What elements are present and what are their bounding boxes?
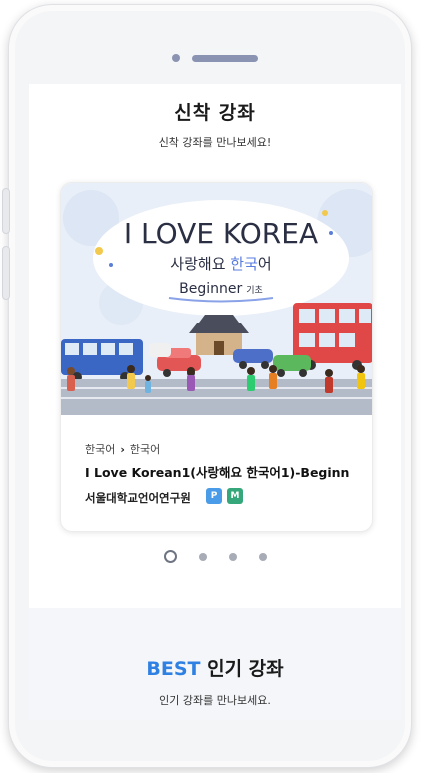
- camera-icon: [172, 54, 180, 62]
- carousel-dot-3[interactable]: [228, 552, 237, 561]
- badge-p: P: [206, 488, 222, 504]
- carousel-dot-4[interactable]: [258, 552, 267, 561]
- course-title[interactable]: I Love Korean1(사랑해요 한국어1)-Beginn: [85, 462, 367, 481]
- best-courses-subtitle: 인기 강좌를 만나보세요.: [159, 694, 271, 707]
- course-category: 한국어: [85, 443, 116, 456]
- best-courses-title: BEST 인기 강좌: [29, 654, 401, 681]
- thumbnail-korean-prefix: 사랑해요: [170, 255, 230, 273]
- course-thumbnail[interactable]: I LOVE KOREA 사랑해요 한국어 Beginner 기초: [61, 183, 373, 415]
- thumbnail-headline: I LOVE KOREA: [124, 217, 318, 250]
- svg-text:사랑해요 한국어: 사랑해요 한국어: [170, 255, 271, 273]
- speaker-icon: [192, 55, 258, 62]
- best-title-accent: BEST: [146, 658, 201, 680]
- course-subcategory: 한국어: [129, 443, 161, 456]
- best-title-rest: 인기 강좌: [200, 658, 284, 680]
- carousel-dot-1[interactable]: [163, 550, 177, 563]
- thumbnail-korean-accent: 한국: [230, 255, 258, 273]
- new-courses-title: 신착 강좌: [174, 102, 256, 124]
- new-courses-subtitle: 신착 강좌를 만나보세요!: [158, 136, 272, 149]
- thumbnail-level-korean: 기초: [246, 285, 263, 296]
- badge-m: M: [227, 488, 243, 504]
- volume-down-button: [2, 246, 10, 300]
- thumbnail-korean-suffix: 어: [258, 255, 272, 273]
- app-screen: 신착 강좌 신착 강좌를 만나보세요! I LOVE KOREA 사랑해요 한국…: [29, 84, 401, 720]
- thumbnail-level: Beginner: [179, 281, 242, 297]
- carousel-pagination: [29, 546, 401, 565]
- volume-up-button: [2, 188, 10, 234]
- best-courses-section: BEST 인기 강좌 인기 강좌를 만나보세요.: [29, 608, 401, 720]
- course-breadcrumb: 한국어 › 한국어: [85, 441, 160, 457]
- carousel-dot-2[interactable]: [198, 552, 207, 561]
- chevron-right-icon: ›: [120, 443, 125, 456]
- course-provider: 서울대학교언어연구원: [85, 491, 191, 505]
- course-card[interactable]: I LOVE KOREA 사랑해요 한국어 Beginner 기초 한국어 › …: [60, 182, 373, 532]
